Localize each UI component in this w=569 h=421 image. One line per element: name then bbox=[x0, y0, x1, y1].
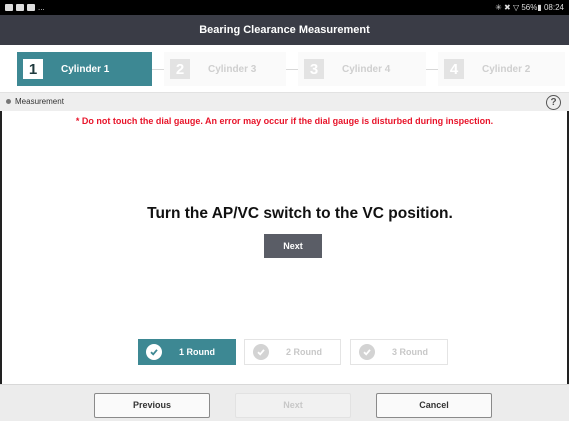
next-button[interactable]: Next bbox=[264, 234, 322, 258]
round-3-indicator: 3 Round bbox=[350, 339, 448, 365]
check-icon bbox=[359, 344, 375, 360]
step-cylinder-3[interactable]: 2 Cylinder 3 bbox=[164, 52, 286, 86]
cancel-button[interactable]: Cancel bbox=[376, 393, 492, 418]
step-cylinder-4[interactable]: 3 Cylinder 4 bbox=[298, 52, 426, 86]
step-cylinder-1[interactable]: 1 Cylinder 1 bbox=[17, 52, 152, 86]
section-label: Measurement bbox=[15, 97, 64, 106]
step-connector bbox=[152, 69, 164, 70]
message-icon bbox=[16, 4, 24, 11]
round-label: 3 Round bbox=[392, 347, 428, 357]
step-number: 1 bbox=[23, 59, 43, 79]
cylinder-stepper: 1 Cylinder 1 2 Cylinder 3 3 Cylinder 4 4… bbox=[0, 45, 569, 93]
previous-button[interactable]: Previous bbox=[94, 393, 210, 418]
round-1-indicator: 1 Round bbox=[138, 339, 236, 365]
round-label: 2 Round bbox=[286, 347, 322, 357]
round-label: 1 Round bbox=[179, 347, 215, 357]
more-notifications: ... bbox=[38, 3, 45, 12]
instruction-text: Turn the AP/VC switch to the VC position… bbox=[147, 205, 453, 222]
check-icon bbox=[146, 344, 162, 360]
measurement-section-bar: Measurement ? bbox=[0, 93, 569, 111]
footer-next-button[interactable]: Next bbox=[235, 393, 351, 418]
status-icons-left: ... bbox=[5, 0, 45, 15]
round-2-indicator: 2 Round bbox=[244, 339, 341, 365]
check-icon bbox=[253, 344, 269, 360]
step-number: 2 bbox=[170, 59, 190, 79]
footer-bar: Previous Next Cancel bbox=[0, 384, 569, 421]
help-icon[interactable]: ? bbox=[546, 95, 561, 110]
page-title: Bearing Clearance Measurement bbox=[0, 15, 569, 45]
step-label: Cylinder 3 bbox=[208, 63, 257, 75]
step-number: 3 bbox=[304, 59, 324, 79]
step-number: 4 bbox=[444, 59, 464, 79]
warning-message: * Do not touch the dial gauge. An error … bbox=[75, 116, 494, 126]
status-icons-right: ✳ ✖ ▽ 56%▮ 08:24 bbox=[495, 3, 564, 12]
step-cylinder-2[interactable]: 4 Cylinder 2 bbox=[438, 52, 565, 86]
step-label: Cylinder 2 bbox=[482, 63, 531, 75]
step-connector bbox=[286, 69, 298, 70]
app-icon bbox=[27, 4, 35, 11]
bullet-icon bbox=[6, 99, 11, 104]
step-label: Cylinder 1 bbox=[61, 63, 110, 75]
status-bar: ... ✳ ✖ ▽ 56%▮ 08:24 bbox=[0, 0, 569, 15]
step-connector bbox=[426, 69, 438, 70]
gallery-icon bbox=[5, 4, 13, 11]
step-label: Cylinder 4 bbox=[342, 63, 391, 75]
